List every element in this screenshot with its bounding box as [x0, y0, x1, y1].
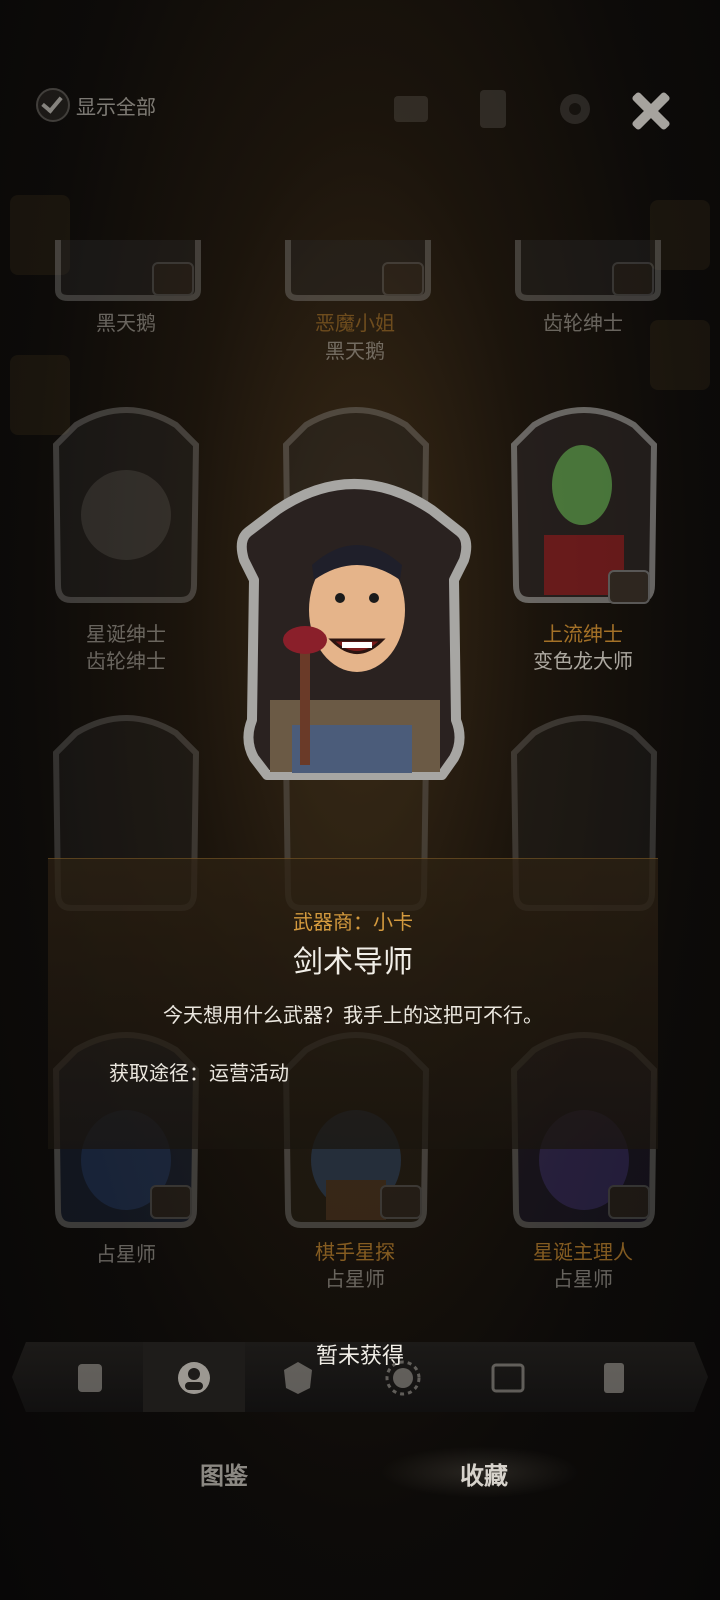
- tab-collection[interactable]: 收藏: [460, 1456, 508, 1491]
- check-badge-icon: [382, 262, 424, 296]
- character-card[interactable]: [46, 405, 206, 605]
- selected-portrait: [236, 479, 472, 780]
- card-skin-name: 上流绅士: [543, 622, 623, 646]
- swap-icon: [150, 1185, 192, 1219]
- card-name: 占星师: [325, 1267, 385, 1291]
- character-card[interactable]: [508, 240, 668, 302]
- portrait-frame-icon: [52, 407, 200, 603]
- card-skin-name: 棋手星探: [315, 1240, 395, 1264]
- check-badge-icon: [608, 1185, 650, 1219]
- gear-icon[interactable]: [552, 86, 598, 132]
- status-label: 暂未获得: [315, 1344, 404, 1369]
- scroll-icon[interactable]: [470, 86, 516, 132]
- tab-codex[interactable]: 图鉴: [200, 1456, 248, 1491]
- character-card[interactable]: [48, 240, 208, 302]
- show-all-label: 显示全部: [76, 94, 156, 119]
- check-icon: [36, 88, 70, 122]
- character-card[interactable]: [278, 240, 438, 302]
- book-icon[interactable]: [388, 86, 434, 132]
- card-name: 齿轮绅士: [86, 649, 166, 673]
- card-name: 占星师: [96, 1242, 156, 1266]
- card-skin-name: 恶魔小姐: [315, 311, 395, 335]
- item-detail-panel: 武器商：小卡 剑术导师 今天想用什么武器？我手上的这把可不行。 获取途径：运营活…: [48, 858, 658, 1149]
- close-button[interactable]: [626, 86, 676, 136]
- swap-icon: [380, 1185, 422, 1219]
- character-name: 武器商：小卡: [293, 910, 413, 934]
- bottom-nav: 图鉴 收藏: [0, 1440, 720, 1510]
- card-name: 黑天鹅: [325, 339, 385, 363]
- card-skin-name: 星诞主理人: [533, 1240, 633, 1264]
- card-name: 占星师: [553, 1267, 613, 1291]
- skin-title: 剑术导师: [293, 945, 413, 980]
- skin-quote: 今天想用什么武器？我手上的这把可不行。: [163, 1003, 543, 1027]
- check-badge-icon: [612, 262, 654, 296]
- show-all-toggle[interactable]: 显示全部: [36, 88, 156, 122]
- card-skin-name: 星诞绅士: [86, 622, 166, 646]
- card-name: 齿轮绅士: [543, 311, 623, 335]
- check-badge-icon: [608, 570, 650, 604]
- swap-icon: [152, 262, 194, 296]
- card-name: 黑天鹅: [96, 311, 156, 335]
- obtain-source: 获取途径：运营活动: [109, 1061, 289, 1085]
- top-bar: 显示全部: [0, 80, 720, 140]
- card-name: 变色龙大师: [533, 649, 633, 673]
- character-card[interactable]: [504, 405, 664, 605]
- collection-screen: 显示全部 黑天鹅 恶魔小姐 黑天鹅 齿轮绅士 星诞绅士 齿轮绅士 上流绅士 变色…: [0, 0, 720, 1600]
